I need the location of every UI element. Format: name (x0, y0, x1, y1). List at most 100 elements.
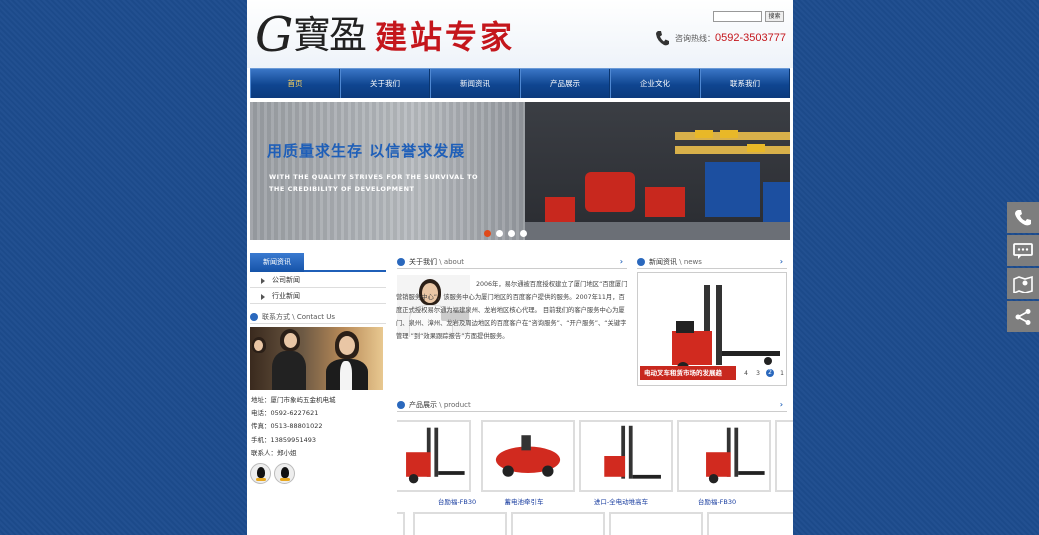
products-row (397, 420, 793, 492)
float-map-button[interactable] (1007, 268, 1039, 299)
chat-icon (1013, 242, 1033, 259)
news-slideshow[interactable]: 电动叉车租赁市场的发展趋 4 3 2 1 (637, 272, 787, 386)
nav-item-news[interactable]: 新闻资讯 (430, 69, 520, 98)
news-page-button[interactable]: 2 (766, 369, 774, 377)
left-sidebar: 新闻资讯 公司新闻 行业新闻 联系方式 \ Contact Us 地址：厦门市象… (250, 252, 386, 535)
qq-icon[interactable] (274, 463, 295, 485)
search-button[interactable]: 搜索 (765, 11, 784, 22)
logo-brand: 寶盈 (293, 13, 367, 57)
contact-person: 联系人：郑小姐 (251, 448, 297, 457)
product-image[interactable] (397, 512, 405, 535)
product-image (481, 420, 575, 492)
about-heading-en: about (443, 258, 465, 266)
qq-icon[interactable] (250, 463, 271, 485)
contact-address: 地址：厦门市象屿五金机电城 (251, 396, 336, 404)
news-tab-bar: 新闻资讯 (250, 252, 386, 272)
product-card[interactable] (579, 420, 673, 492)
product-label[interactable]: 台励福-FB30 (667, 496, 767, 506)
phone-icon (656, 31, 669, 46)
qq-contacts (250, 463, 386, 485)
float-phone-button[interactable] (1007, 202, 1039, 233)
bullet-icon (637, 258, 645, 266)
news-pager: 4 3 2 1 (742, 369, 786, 377)
products-heading-sep: \ (437, 401, 444, 409)
product-image (677, 420, 771, 492)
news-heading: 新闻资讯 \ news › (637, 255, 787, 269)
banner-dot[interactable] (484, 230, 491, 237)
contact-fax: 传真：0513-88801022 (251, 422, 323, 431)
banner-slideshow[interactable]: 用质量求生存 以信誉求发展 WITH THE QUALITY STRIVES F… (250, 102, 790, 240)
product-image[interactable] (511, 512, 605, 535)
float-share-button[interactable] (1007, 301, 1039, 332)
news-page-button[interactable]: 4 (742, 370, 750, 377)
more-arrow-icon[interactable]: › (780, 398, 783, 412)
page: G 寶盈 建站专家 搜索 咨询热线： 0592-3503777 首页 关于我们 … (247, 0, 793, 535)
news-tab[interactable]: 新闻资讯 (250, 253, 304, 272)
hotline-label: 咨询热线： (675, 33, 715, 43)
more-arrow-icon[interactable]: › (780, 255, 783, 269)
hotline-number: 0592-3503777 (715, 32, 786, 44)
contact-phone: 电话：0592-6227621 (251, 409, 319, 418)
banner-title: 用质量求生存 以信誉求发展 (267, 142, 466, 160)
banner-shop-photo (525, 102, 790, 240)
float-chat-button[interactable] (1007, 235, 1039, 266)
hotline: 咨询热线： 0592-3503777 (655, 28, 786, 48)
bullet-icon (397, 401, 405, 409)
products-row-2 (397, 512, 793, 535)
nav-item-home[interactable]: 首页 (250, 69, 340, 98)
main-nav: 首页 关于我们 新闻资讯 产品展示 企业文化 联系我们 (250, 68, 790, 98)
share-icon (1015, 308, 1031, 325)
news-heading-en: news (683, 258, 702, 266)
sidebar-link-industry-news[interactable]: 行业新闻 (250, 288, 386, 304)
news-heading-sep: \ (677, 258, 684, 266)
contact-heading-en: Contact Us (296, 313, 336, 321)
map-icon (1013, 275, 1033, 293)
header: G 寶盈 建站专家 搜索 咨询热线： 0592-3503777 (247, 0, 793, 68)
sidebar-link-company-news[interactable]: 公司新闻 (250, 272, 386, 288)
site-logo[interactable]: G 寶盈 建站专家 (255, 6, 525, 64)
nav-item-culture[interactable]: 企业文化 (610, 69, 700, 98)
banner-dots (484, 230, 527, 237)
bullet-icon (397, 258, 405, 266)
product-image (397, 420, 471, 492)
contact-heading: 联系方式 \ Contact Us (250, 310, 386, 324)
product-card[interactable] (775, 420, 793, 492)
more-arrow-icon[interactable]: › (620, 255, 623, 269)
product-image[interactable] (413, 512, 507, 535)
product-card[interactable] (397, 420, 471, 492)
contact-heading-label: 联系方式 (262, 313, 290, 321)
about-heading: 关于我们 \ about › (397, 255, 627, 269)
nav-item-products[interactable]: 产品展示 (520, 69, 610, 98)
logo-letter: G (255, 7, 294, 63)
search-input[interactable] (713, 11, 762, 22)
news-caption[interactable]: 电动叉车租赁市场的发展趋 (640, 366, 736, 380)
phone-icon (1015, 209, 1031, 225)
product-card[interactable] (481, 420, 575, 492)
product-image (775, 420, 793, 492)
news-heading-label: 新闻资讯 (649, 258, 677, 266)
product-image[interactable] (707, 512, 793, 535)
customer-service-photo (250, 327, 383, 390)
contact-heading-sep: \ (290, 313, 297, 321)
floating-toolbar (1007, 202, 1039, 334)
news-page-button[interactable]: 1 (778, 370, 786, 377)
banner-dot[interactable] (508, 230, 515, 237)
products-heading: 产品展示 \ product › (397, 398, 787, 412)
news-page-button[interactable]: 3 (754, 370, 762, 377)
product-image[interactable] (609, 512, 703, 535)
product-card[interactable] (677, 420, 771, 492)
about-heading-sep: \ (437, 258, 444, 266)
products-heading-en: product (443, 401, 471, 409)
nav-item-contact[interactable]: 联系我们 (700, 69, 790, 98)
product-label[interactable]: 蓄电池牵引车 (474, 496, 574, 506)
product-image (579, 420, 673, 492)
banner-dot[interactable] (496, 230, 503, 237)
banner-subtitle: WITH THE QUALITY STRIVES FOR THE SURVIVA… (269, 173, 479, 193)
products-heading-label: 产品展示 (409, 401, 437, 409)
product-label[interactable]: 进口-全电动堆高车 (571, 496, 671, 506)
contact-mobile: 手机：13859951493 (251, 435, 316, 444)
banner-dot[interactable] (520, 230, 527, 237)
nav-item-about[interactable]: 关于我们 (340, 69, 430, 98)
about-heading-label: 关于我们 (409, 258, 437, 266)
about-text: 2006年，易尔通被百度授权建立了厦门地区“百度厦门营销服务中心”，该服务中心为… (396, 281, 628, 341)
